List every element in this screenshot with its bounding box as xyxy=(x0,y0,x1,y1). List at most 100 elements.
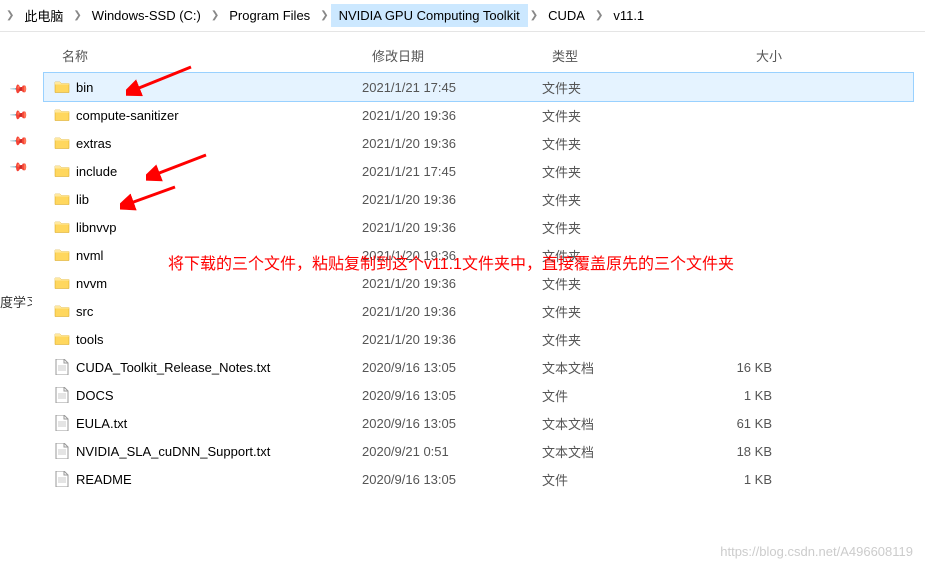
sidebar-clip-text: 度学习 xyxy=(0,292,32,311)
file-row[interactable]: include2021/1/21 17:45文件夹 xyxy=(44,157,913,185)
pin-icon[interactable]: 📌 xyxy=(9,79,29,99)
file-date: 2021/1/20 19:36 xyxy=(362,192,542,207)
file-type: 文件夹 xyxy=(542,78,692,97)
column-type[interactable]: 类型 xyxy=(552,46,702,65)
folder-icon xyxy=(52,332,72,346)
file-date: 2021/1/20 19:36 xyxy=(362,248,542,263)
pin-icon[interactable]: 📌 xyxy=(9,157,29,177)
file-row[interactable]: nvvm2021/1/20 19:36文件夹 xyxy=(44,269,913,297)
file-type: 文件夹 xyxy=(542,274,692,293)
file-row[interactable]: extras2021/1/20 19:36文件夹 xyxy=(44,129,913,157)
column-size[interactable]: 大小 xyxy=(702,46,802,65)
breadcrumb-item[interactable]: v11.1 xyxy=(605,4,652,27)
chevron-right-icon: ❯ xyxy=(318,10,330,21)
file-name: tools xyxy=(72,332,362,347)
folder-icon xyxy=(52,108,72,122)
folder-icon xyxy=(52,192,72,206)
folder-icon xyxy=(52,164,72,178)
file-row[interactable]: lib2021/1/20 19:36文件夹 xyxy=(44,185,913,213)
file-size: 1 KB xyxy=(692,472,792,487)
file-type: 文本文档 xyxy=(542,442,692,461)
file-name: bin xyxy=(72,80,362,95)
file-name: include xyxy=(72,164,362,179)
file-icon xyxy=(52,387,72,403)
file-type: 文件 xyxy=(542,386,692,405)
file-row[interactable]: NVIDIA_SLA_cuDNN_Support.txt2020/9/21 0:… xyxy=(44,437,913,465)
chevron-right-icon: ❯ xyxy=(528,10,540,21)
file-date: 2021/1/21 17:45 xyxy=(362,164,542,179)
file-row[interactable]: tools2021/1/20 19:36文件夹 xyxy=(44,325,913,353)
file-name: libnvvp xyxy=(72,220,362,235)
breadcrumb-item[interactable]: CUDA xyxy=(540,4,593,27)
file-date: 2021/1/20 19:36 xyxy=(362,220,542,235)
file-type: 文件 xyxy=(542,470,692,489)
column-headers[interactable]: 名称 修改日期 类型 大小 xyxy=(44,40,913,73)
folder-icon xyxy=(52,304,72,318)
column-date[interactable]: 修改日期 xyxy=(372,46,552,65)
chevron-right-icon: ❯ xyxy=(71,10,83,21)
file-date: 2021/1/21 17:45 xyxy=(362,80,542,95)
file-type: 文件夹 xyxy=(542,134,692,153)
pin-icon[interactable]: 📌 xyxy=(9,131,29,151)
file-row[interactable]: libnvvp2021/1/20 19:36文件夹 xyxy=(44,213,913,241)
breadcrumb-item[interactable]: NVIDIA GPU Computing Toolkit xyxy=(331,4,528,27)
file-row[interactable]: nvml2021/1/20 19:36文件夹 xyxy=(44,241,913,269)
file-name: CUDA_Toolkit_Release_Notes.txt xyxy=(72,360,362,375)
file-name: NVIDIA_SLA_cuDNN_Support.txt xyxy=(72,444,362,459)
file-date: 2021/1/20 19:36 xyxy=(362,276,542,291)
file-name: compute-sanitizer xyxy=(72,108,362,123)
file-row[interactable]: EULA.txt2020/9/16 13:05文本文档61 KB xyxy=(44,409,913,437)
file-type: 文本文档 xyxy=(542,358,692,377)
file-size: 61 KB xyxy=(692,416,792,431)
file-type: 文本文档 xyxy=(542,414,692,433)
file-type: 文件夹 xyxy=(542,190,692,209)
file-icon xyxy=(52,471,72,487)
breadcrumb-item[interactable]: Windows-SSD (C:) xyxy=(84,4,209,27)
folder-icon xyxy=(52,248,72,262)
file-icon xyxy=(52,443,72,459)
file-name: nvvm xyxy=(72,276,362,291)
file-icon xyxy=(52,415,72,431)
breadcrumb[interactable]: ❯ 此电脑 ❯ Windows-SSD (C:) ❯ Program Files… xyxy=(0,0,925,32)
file-row[interactable]: bin2021/1/21 17:45文件夹 xyxy=(44,73,913,101)
chevron-right-icon: ❯ xyxy=(593,10,605,21)
breadcrumb-item[interactable]: 此电脑 xyxy=(16,2,71,29)
breadcrumb-item[interactable]: Program Files xyxy=(221,4,318,27)
file-type: 文件夹 xyxy=(542,246,692,265)
file-row[interactable]: DOCS2020/9/16 13:05文件1 KB xyxy=(44,381,913,409)
file-size: 16 KB xyxy=(692,360,792,375)
file-type: 文件夹 xyxy=(542,106,692,125)
file-size: 1 KB xyxy=(692,388,792,403)
file-date: 2020/9/16 13:05 xyxy=(362,360,542,375)
file-row[interactable]: src2021/1/20 19:36文件夹 xyxy=(44,297,913,325)
folder-icon xyxy=(52,276,72,290)
folder-icon xyxy=(52,136,72,150)
file-icon xyxy=(52,359,72,375)
file-row[interactable]: compute-sanitizer2021/1/20 19:36文件夹 xyxy=(44,101,913,129)
file-name: README xyxy=(72,472,362,487)
file-type: 文件夹 xyxy=(542,330,692,349)
file-row[interactable]: README2020/9/16 13:05文件1 KB xyxy=(44,465,913,493)
folder-icon xyxy=(52,80,72,94)
file-list-panel: 名称 修改日期 类型 大小 bin2021/1/21 17:45文件夹compu… xyxy=(38,32,925,567)
file-date: 2020/9/21 0:51 xyxy=(362,444,542,459)
column-name[interactable]: 名称 xyxy=(62,46,372,65)
file-name: EULA.txt xyxy=(72,416,362,431)
file-date: 2020/9/16 13:05 xyxy=(362,416,542,431)
file-name: nvml xyxy=(72,248,362,263)
file-row[interactable]: CUDA_Toolkit_Release_Notes.txt2020/9/16 … xyxy=(44,353,913,381)
file-date: 2020/9/16 13:05 xyxy=(362,388,542,403)
folder-icon xyxy=(52,220,72,234)
pin-icon[interactable]: 📌 xyxy=(9,105,29,125)
file-name: lib xyxy=(72,192,362,207)
file-date: 2021/1/20 19:36 xyxy=(362,136,542,151)
file-type: 文件夹 xyxy=(542,302,692,321)
file-name: extras xyxy=(72,136,362,151)
chevron-right-icon: ❯ xyxy=(209,10,221,21)
file-type: 文件夹 xyxy=(542,218,692,237)
file-date: 2021/1/20 19:36 xyxy=(362,332,542,347)
file-date: 2021/1/20 19:36 xyxy=(362,108,542,123)
file-date: 2021/1/20 19:36 xyxy=(362,304,542,319)
file-type: 文件夹 xyxy=(542,162,692,181)
file-name: src xyxy=(72,304,362,319)
